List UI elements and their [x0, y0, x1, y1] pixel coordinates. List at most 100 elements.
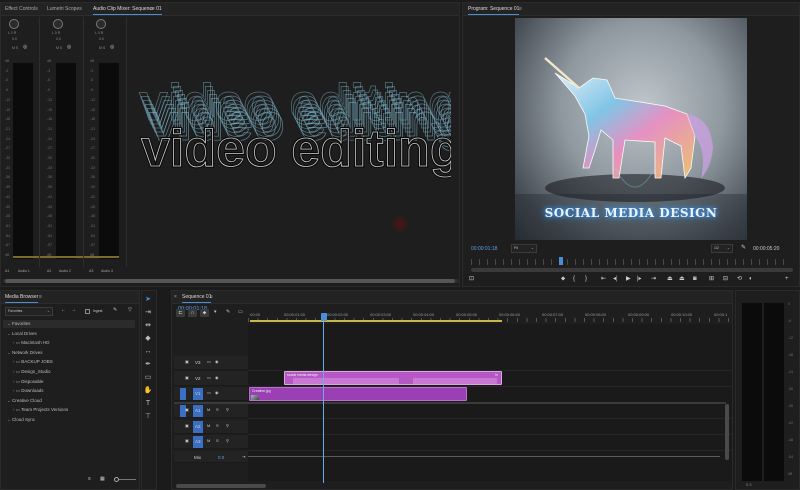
overlay-icon[interactable]: ⊟ [723, 276, 728, 282]
play-icon[interactable]: ▶ [626, 276, 631, 282]
tab-lumetri-scopes[interactable]: Lumetri Scopes [47, 6, 82, 12]
lock-icon-a2[interactable]: ▣ [185, 424, 189, 428]
filter-icon[interactable]: ▽ [128, 308, 132, 313]
solo-icon-a3[interactable]: S [216, 439, 219, 443]
mute-icon-a1[interactable]: M [207, 408, 210, 412]
timeline-playhead-handle[interactable] [321, 313, 327, 321]
sync-icon-v2[interactable]: ▭ [207, 376, 211, 380]
hand-tool-icon[interactable]: ✋ [143, 386, 153, 396]
track-label-a1[interactable]: A1 [195, 408, 201, 413]
selection-tool-icon[interactable]: ➤ [143, 295, 153, 305]
solo-icon-a1[interactable]: S [216, 408, 219, 412]
add-button-icon[interactable]: + [785, 276, 789, 282]
lock-icon-v2[interactable]: ▣ [185, 376, 189, 380]
record-icon-a3[interactable]: ◎ [110, 45, 114, 50]
vr-icon[interactable]: ◐ [749, 276, 753, 282]
track-select-tool-icon[interactable]: ⇥ [143, 308, 153, 318]
master-solo-buttons[interactable]: S S [746, 483, 752, 487]
tree-item-10[interactable]: ⌄ Cloud Sync [7, 417, 35, 423]
media-browser-menu-icon[interactable]: ≡ [39, 294, 42, 300]
tree-item-5[interactable]: › ▭ Design_Studio [13, 369, 51, 375]
close-sequence-icon[interactable]: × [174, 294, 177, 300]
mark-in-icon[interactable]: { [573, 276, 575, 282]
mix-skip-icon[interactable]: ⇥ [242, 455, 245, 459]
record-icon-a2[interactable]: ◎ [67, 45, 71, 50]
tree-item-6[interactable]: › ▭ Disposable [13, 379, 44, 385]
pan-knob-a3[interactable] [96, 19, 106, 29]
icon-view-icon[interactable]: ▦ [100, 477, 105, 482]
settings-wrench-icon[interactable]: ✎ [113, 308, 117, 313]
wrench-icon[interactable]: ✎ [741, 245, 746, 251]
mute-solo-a3[interactable]: M S [99, 46, 105, 50]
step-forward-icon[interactable]: |▸ [637, 276, 642, 282]
sync-icon-v3[interactable]: ▭ [207, 360, 211, 364]
program-panel-menu-icon[interactable]: ≡ [519, 6, 522, 12]
pan-knob-a2[interactable] [53, 19, 63, 29]
resolution-select[interactable]: 1/2 ⌄ [711, 244, 733, 253]
tree-item-7[interactable]: › ▭ Downloads [13, 388, 44, 394]
sync-icon-v1[interactable]: ▭ [207, 391, 211, 395]
work-area-bar[interactable] [250, 320, 502, 322]
rectangle-tool-icon[interactable]: ▭ [143, 373, 153, 383]
program-zoom-bar[interactable] [471, 268, 793, 272]
favorites-select[interactable]: Favorites ⌄ [5, 307, 53, 316]
marker-icon-2[interactable]: ▾ [214, 310, 217, 315]
mute-solo-a2[interactable]: M S [56, 46, 62, 50]
timeline-horizontal-scrollbar[interactable] [176, 484, 266, 488]
lift-icon[interactable]: ⏏ [667, 276, 673, 282]
track-label-v2[interactable]: V2 [195, 376, 201, 381]
tree-item-9[interactable]: › ▭ Team Projects Versions [13, 407, 68, 413]
mic-icon-a2[interactable]: ⚲ [226, 424, 229, 428]
mark-out-icon[interactable]: } [585, 276, 587, 282]
back-arrow-icon[interactable]: ← [61, 308, 66, 313]
tree-item-0[interactable]: ⌄ Favorites [7, 321, 31, 327]
loop-icon[interactable]: ⟲ [737, 276, 742, 282]
eye-icon-v1[interactable]: ◉ [215, 391, 219, 395]
tab-program-sequence[interactable]: Program: Sequence 01 [468, 6, 520, 15]
tree-item-8[interactable]: ⌄ Creative Cloud [7, 398, 42, 404]
mic-icon-a1[interactable]: ⚲ [226, 408, 229, 412]
program-mini-ruler[interactable] [471, 259, 791, 265]
ripple-edit-tool-icon[interactable]: ⇹ [143, 321, 153, 331]
camera-icon[interactable]: ◙ [693, 276, 697, 282]
marker-icon[interactable]: ⬥ [561, 276, 565, 282]
snap-button[interactable]: ⊏ [176, 309, 185, 317]
pan-knob-a1[interactable] [9, 19, 19, 29]
add-marker-button[interactable]: ⬥ [200, 309, 209, 317]
clip-creative-jpg[interactable]: Creative.jpg [249, 387, 467, 401]
tree-item-3[interactable]: ⌄ Network Drives [7, 350, 43, 356]
tab-effect-controls[interactable]: Effect Controls [5, 6, 38, 12]
mixer-scroll-thumb[interactable] [5, 279, 455, 283]
go-to-out-icon[interactable]: ⇥ [651, 276, 656, 282]
ingest-checkbox[interactable] [85, 309, 90, 314]
mute-icon-a3[interactable]: M [207, 439, 210, 443]
extract-icon[interactable]: ⏏ [679, 276, 685, 282]
add-marker-icon[interactable]: ⊡ [469, 276, 474, 282]
forward-arrow-icon[interactable]: → [71, 308, 76, 313]
timeline-settings-icon[interactable]: ✎ [226, 310, 230, 315]
lock-icon-v3[interactable]: ▣ [185, 360, 189, 364]
go-to-in-icon[interactable]: ⇤ [601, 276, 606, 282]
captions-icon[interactable]: ▭ [238, 310, 243, 315]
zoom-slider-thumb[interactable] [114, 477, 119, 482]
caption-tool-icon[interactable]: ⊤ [143, 412, 153, 422]
mic-icon-a3[interactable]: ⚲ [226, 439, 229, 443]
mute-icon-a2[interactable]: M [207, 424, 210, 428]
lock-icon-a3[interactable]: ▣ [185, 439, 189, 443]
tab-sequence-01[interactable]: Sequence 01 [182, 294, 212, 303]
linked-selection-button[interactable]: ∩ [188, 309, 197, 317]
track-label-a2[interactable]: A2 [195, 424, 201, 429]
panel-menu-icon[interactable]: ≡ [150, 6, 153, 12]
list-view-icon[interactable]: ≡ [88, 477, 91, 482]
program-current-timecode[interactable]: 00:00:01:18 [471, 246, 497, 252]
program-playhead[interactable] [559, 257, 563, 265]
v1-source-patch[interactable] [180, 388, 186, 400]
clip-social-media-design[interactable]: social media design fx [284, 371, 502, 385]
compare-icon[interactable]: ⊞ [709, 276, 714, 282]
step-back-icon[interactable]: ◂| [613, 276, 618, 282]
timeline-menu-icon[interactable]: ≡ [210, 294, 213, 300]
solo-icon-a2[interactable]: S [216, 424, 219, 428]
mute-solo-a1[interactable]: M S [12, 46, 18, 50]
tab-media-browser[interactable]: Media Browser [5, 294, 39, 303]
slip-tool-icon[interactable]: ↔ [143, 347, 153, 357]
